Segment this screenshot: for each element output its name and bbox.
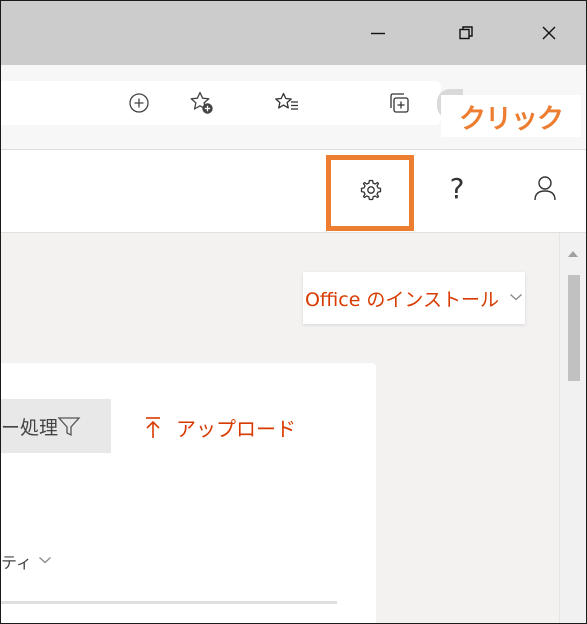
- file-panel: ー処理 アップロード ティ: [1, 363, 376, 623]
- help-icon: ?: [449, 171, 465, 205]
- batch-process-label: ー処理: [1, 416, 59, 439]
- property-label: ティ: [1, 553, 33, 572]
- close-button[interactable]: [529, 15, 569, 51]
- favorites-list-icon: [275, 92, 298, 110]
- address-bar[interactable]: [1, 81, 441, 125]
- browser-window: クリック ? Office のインストール ー処理 アップロード ティ: [0, 0, 587, 624]
- add-tab-button[interactable]: [121, 85, 157, 121]
- chevron-down-icon: [38, 554, 52, 569]
- collections-icon: [390, 93, 409, 113]
- add-tab-icon: [129, 93, 149, 113]
- batch-filter-icon: [57, 417, 81, 437]
- collections-button[interactable]: [381, 85, 417, 121]
- account-person-icon: [534, 176, 556, 201]
- office-install-button[interactable]: Office のインストール: [303, 272, 525, 324]
- upload-arrow-icon: [144, 416, 162, 440]
- vertical-scrollbar[interactable]: [559, 233, 586, 623]
- batch-process-button[interactable]: ー処理: [1, 399, 111, 453]
- property-sort-dropdown[interactable]: ティ: [1, 549, 52, 573]
- scroll-thumb[interactable]: [568, 275, 580, 381]
- favorites-button[interactable]: [269, 85, 305, 121]
- upload-button[interactable]: アップロード: [144, 413, 296, 442]
- scroll-up-arrow-icon[interactable]: [568, 251, 578, 257]
- add-favorite-icon: [190, 91, 213, 114]
- app-header: ?: [1, 150, 586, 233]
- help-button[interactable]: ?: [439, 168, 475, 208]
- panel-divider: [1, 601, 337, 604]
- office-install-label: Office のインストール: [304, 288, 500, 311]
- chevron-down-icon: [509, 290, 523, 306]
- minimize-button[interactable]: [358, 15, 398, 51]
- add-favorite-button[interactable]: [184, 85, 220, 121]
- minimize-icon: [371, 32, 385, 35]
- title-bar: [1, 1, 586, 65]
- close-icon: [542, 26, 556, 40]
- settings-highlight-box: [326, 155, 414, 231]
- click-callout: クリック: [441, 95, 581, 137]
- restore-icon: [459, 26, 473, 40]
- upload-label: アップロード: [176, 417, 296, 441]
- account-button[interactable]: [527, 170, 563, 206]
- restore-button[interactable]: [446, 15, 486, 51]
